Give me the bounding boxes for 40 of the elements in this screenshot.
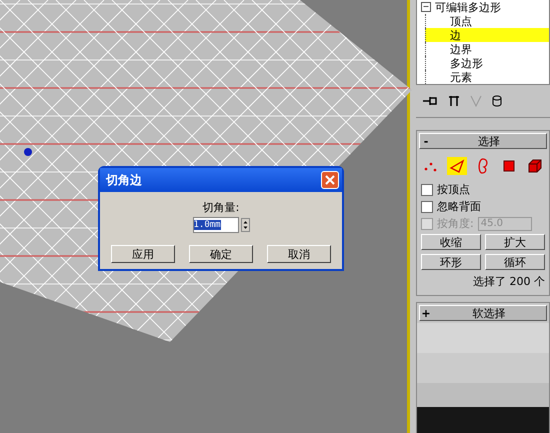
tree-item[interactable]: 元素 [425,70,549,84]
tree-item[interactable]: 边界 [425,42,549,56]
panel-button[interactable]: 收缩 [421,234,481,250]
rollout-title: 选择 [477,134,501,148]
rollout-toggle[interactable]: - [420,134,432,148]
edge-mode-icon [449,159,465,173]
panel-button[interactable]: 循环 [485,254,545,270]
rollout-header[interactable]: + 软选择 [419,305,547,321]
fork-icon[interactable] [448,95,460,107]
rollout-title: 软选择 [472,306,506,320]
rollout-header[interactable]: - 选择 [419,133,547,149]
checkbox[interactable] [421,184,433,196]
selection-status: 选择了 200 个 [472,274,546,290]
rollout-toggle[interactable]: + [420,306,432,320]
panel-button[interactable]: 环形 [421,254,481,270]
checkbox-label: 按角度: [437,216,474,231]
dialog-button[interactable]: 应用 [111,245,175,263]
checkbox-label: 忽略背面 [437,199,481,214]
dialog-button[interactable]: 确定 [189,245,253,263]
close-icon [325,175,335,185]
dialog-title: 切角边 [106,172,142,188]
tree-item[interactable]: 边 [425,28,549,42]
polygon-mode-icon [503,160,515,172]
panel-button[interactable]: 扩大 [485,234,545,250]
border-mode-icon [477,158,489,174]
tree-root[interactable]: 可编辑多边形 [435,0,501,14]
checkbox[interactable] [421,200,433,212]
close-button[interactable] [321,171,339,189]
dialog-button[interactable]: 取消 [267,245,331,263]
mode-button[interactable] [447,157,467,175]
vertex-marker [24,148,32,156]
amount-field[interactable]: 1.0mm [192,217,238,233]
tree-item[interactable]: 多边形 [425,56,549,70]
field-label: 切角量: [202,200,240,215]
cylinder-icon[interactable] [492,95,502,107]
tree-toggle[interactable]: − [421,2,431,12]
element-mode-icon [528,159,542,173]
spinner-icon[interactable] [240,218,250,232]
checkbox-label: 按顶点 [437,182,470,197]
pin-icon[interactable] [422,95,438,107]
